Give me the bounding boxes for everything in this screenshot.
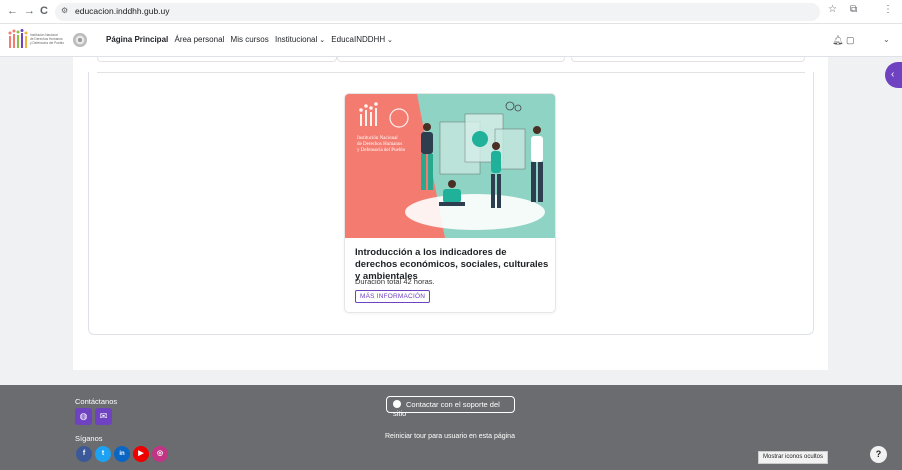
contact-heading: Contáctanos bbox=[75, 397, 118, 406]
main-menu: Página Principal Área personal Mis curso… bbox=[106, 35, 397, 44]
youtube-icon[interactable]: ▶ bbox=[133, 446, 149, 462]
reload-button[interactable]: C bbox=[40, 5, 48, 17]
url-text: educacion.inddhh.gub.uy bbox=[75, 6, 170, 16]
menu-item-institutional[interactable]: Institucional bbox=[275, 35, 325, 44]
previous-card-bottom bbox=[97, 57, 337, 62]
twitter-icon[interactable]: t bbox=[95, 446, 111, 462]
svg-text:y Defensoría del Pueblo: y Defensoría del Pueblo bbox=[30, 41, 64, 45]
email-icon[interactable]: ✉ bbox=[95, 408, 112, 425]
forward-button[interactable]: → bbox=[24, 5, 35, 17]
messages-icon[interactable]: ▢ bbox=[846, 35, 855, 46]
facebook-icon[interactable]: f bbox=[76, 446, 92, 462]
reset-tour-link[interactable]: Reiniciar tour para usuario en esta pági… bbox=[385, 433, 515, 440]
menu-item-personal-area[interactable]: Área personal bbox=[174, 35, 224, 44]
address-bar[interactable]: ⚙ educacion.inddhh.gub.uy bbox=[55, 3, 820, 21]
more-info-button[interactable]: MÁS INFORMACIÓN bbox=[355, 290, 431, 303]
follow-heading: Síganos bbox=[75, 434, 103, 443]
site-navbar: Institución Nacional de Derechos Humanos… bbox=[0, 24, 902, 57]
course-card[interactable]: Institución Nacional de Derechos Humanos… bbox=[344, 93, 556, 313]
menu-item-home[interactable]: Página Principal bbox=[106, 35, 168, 44]
menu-item-my-courses[interactable]: Mis cursos bbox=[231, 35, 269, 44]
help-button[interactable]: ? bbox=[870, 446, 887, 463]
contact-support-button[interactable]: Contactar con el soporte del sitio bbox=[386, 396, 515, 418]
bookmark-star-icon[interactable]: ☆ bbox=[828, 4, 837, 15]
inddhh-logo[interactable]: Institución Nacional de Derechos Humanos… bbox=[8, 28, 88, 53]
browser-menu-icon[interactable]: ⋮ bbox=[883, 4, 893, 15]
previous-card-bottom bbox=[571, 57, 805, 62]
menu-item-educainddhh[interactable]: EducaINDDHH bbox=[331, 35, 393, 44]
site-info-icon[interactable]: ⚙ bbox=[61, 6, 68, 15]
support-label: Contactar con el soporte del sitio bbox=[393, 400, 500, 418]
previous-card-bottom bbox=[337, 57, 565, 62]
instagram-icon[interactable]: ◎ bbox=[152, 446, 168, 462]
website-globe-icon[interactable]: ◍ bbox=[75, 408, 92, 425]
course-hero-image[interactable]: Institución Nacional de Derechos Humanos… bbox=[345, 94, 556, 238]
back-button[interactable]: ← bbox=[7, 5, 18, 17]
support-icon bbox=[393, 400, 401, 408]
main-region: Institución Nacional de Derechos Humanos… bbox=[73, 57, 828, 370]
notifications-bell-icon[interactable]: 🔔︎ bbox=[832, 35, 843, 46]
chevron-left-icon: ‹ bbox=[891, 69, 895, 80]
course-duration: Duración total 42 horas. bbox=[355, 277, 435, 286]
extensions-icon[interactable]: ⧉ bbox=[850, 4, 857, 15]
user-menu-chevron-down-icon[interactable]: ⌄ bbox=[883, 35, 890, 44]
svg-text:Institución Nacional d: Institución Nacional de Derechos Humanos… bbox=[357, 136, 406, 153]
linkedin-icon[interactable]: in bbox=[114, 446, 130, 462]
section-divider bbox=[97, 72, 805, 73]
open-drawer-button[interactable]: ‹ bbox=[885, 62, 902, 88]
previous-cards-row bbox=[97, 57, 805, 65]
show-hidden-icons-tooltip: Mostrar iconos ocultos bbox=[758, 451, 829, 464]
browser-toolbar: ← → C ⚙ educacion.inddhh.gub.uy ☆ ⧉ ⋮ bbox=[0, 0, 902, 24]
